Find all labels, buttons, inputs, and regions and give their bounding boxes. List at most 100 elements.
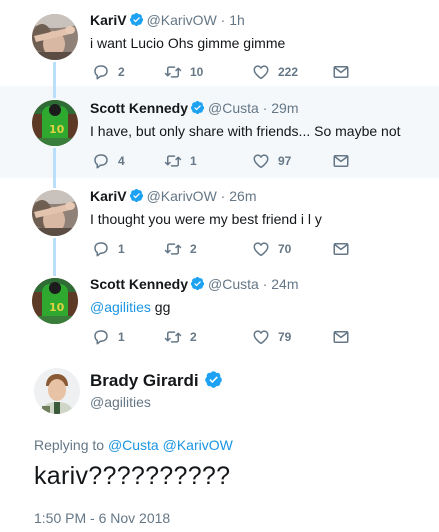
- retweet-icon: [164, 328, 182, 346]
- retweet-icon: [164, 240, 182, 258]
- tweet-time[interactable]: 1h: [229, 12, 245, 28]
- retweet-icon: [164, 152, 182, 170]
- verified-badge-icon: [129, 12, 144, 27]
- display-name[interactable]: Scott Kennedy: [90, 276, 188, 292]
- replying-to-link[interactable]: @KarivOW: [163, 437, 233, 453]
- reply-button[interactable]: 1: [92, 328, 125, 346]
- like-count: 97: [278, 154, 292, 168]
- display-name[interactable]: KariV: [90, 12, 127, 28]
- avatar[interactable]: [32, 190, 78, 236]
- main-tweet-avatar[interactable]: [34, 368, 80, 414]
- tweet-header: Scott Kennedy @Custa · 24m: [90, 276, 299, 292]
- verified-badge-icon: [129, 188, 144, 203]
- tweet-text: I have, but only share with friends... S…: [90, 123, 401, 139]
- dot-separator: ·: [258, 100, 272, 116]
- handle[interactable]: @KarivOW: [147, 12, 217, 28]
- handle[interactable]: @Custa: [208, 100, 259, 116]
- retweet-button[interactable]: 2: [164, 328, 197, 346]
- avatar[interactable]: [32, 278, 78, 324]
- retweet-icon: [164, 63, 182, 81]
- verified-badge-icon: [190, 276, 205, 291]
- like-count: 70: [278, 242, 292, 256]
- tweet-2[interactable]: Scott Kennedy @Custa · 29m I have, but on…: [0, 86, 439, 178]
- tweet-time[interactable]: 29m: [271, 100, 298, 116]
- tweet-1[interactable]: KariV @KarivOW · 1h i want Lucio Ohs gimm…: [0, 0, 439, 86]
- direct-message-button[interactable]: [332, 152, 358, 170]
- tweet-4[interactable]: Scott Kennedy @Custa · 24m @agilities gg …: [0, 266, 439, 354]
- dot-separator: ·: [258, 276, 272, 292]
- retweet-button[interactable]: 1: [164, 152, 197, 170]
- display-name[interactable]: KariV: [90, 188, 127, 204]
- replying-to: Replying to @Custa @KarivOW: [34, 437, 233, 453]
- handle[interactable]: @KarivOW: [147, 188, 217, 204]
- tweet-text: i want Lucio Ohs gimme gimme: [90, 35, 286, 51]
- direct-message-icon: [332, 152, 350, 170]
- like-icon: [252, 240, 270, 258]
- like-button[interactable]: 79: [252, 328, 291, 346]
- reply-count: 2: [118, 65, 125, 79]
- tweet-actions: 1 2 79: [92, 328, 352, 346]
- verified-badge-icon: [190, 100, 205, 115]
- tweet-header: Scott Kennedy @Custa · 29m: [90, 100, 299, 116]
- tweet-header: KariV @KarivOW · 1h: [90, 12, 245, 28]
- mention-link[interactable]: @agilities: [90, 299, 151, 315]
- tweet-3[interactable]: KariV @KarivOW · 26m I thought you were m…: [0, 178, 439, 266]
- tweet-actions: 2 10 222: [92, 63, 352, 81]
- reply-button[interactable]: 4: [92, 152, 125, 170]
- reply-icon: [92, 152, 110, 170]
- like-button[interactable]: 222: [252, 63, 298, 81]
- main-tweet-text: kariv??????????: [34, 462, 231, 490]
- handle[interactable]: @Custa: [208, 276, 259, 292]
- tweet-text: @agilities gg: [90, 299, 170, 315]
- like-button[interactable]: 97: [252, 152, 291, 170]
- dot-separator: ·: [216, 12, 230, 28]
- reply-button[interactable]: 1: [92, 240, 125, 258]
- retweet-count: 2: [190, 242, 197, 256]
- display-name[interactable]: Brady Girardi: [90, 371, 199, 390]
- like-button[interactable]: 70: [252, 240, 291, 258]
- reply-count: 4: [118, 154, 125, 168]
- dot-separator: ·: [216, 188, 230, 204]
- like-icon: [252, 152, 270, 170]
- thread-line: [53, 178, 56, 188]
- direct-message-button[interactable]: [332, 328, 358, 346]
- tweet-time[interactable]: 24m: [271, 276, 298, 292]
- display-name[interactable]: Scott Kennedy: [90, 100, 188, 116]
- tweet-text: I thought you were my best friend i l y: [90, 211, 322, 227]
- reply-count: 1: [118, 242, 125, 256]
- like-icon: [252, 328, 270, 346]
- direct-message-button[interactable]: [332, 63, 358, 81]
- like-icon: [252, 63, 270, 81]
- verified-badge-icon: [204, 370, 223, 389]
- thread-line: [53, 62, 56, 86]
- tweet-text-rest: gg: [150, 299, 171, 315]
- direct-message-button[interactable]: [332, 240, 358, 258]
- retweet-count: 2: [190, 330, 197, 344]
- tweet-actions: 1 2 70: [92, 240, 352, 258]
- reply-count: 1: [118, 330, 125, 344]
- retweet-count: 10: [190, 65, 204, 79]
- thread-line: [53, 238, 56, 266]
- direct-message-icon: [332, 63, 350, 81]
- direct-message-icon: [332, 240, 350, 258]
- reply-icon: [92, 63, 110, 81]
- reply-icon: [92, 328, 110, 346]
- tweet-header: KariV @KarivOW · 26m: [90, 188, 256, 204]
- tweet-actions: 4 1 97: [92, 152, 352, 170]
- thread-line: [53, 148, 56, 178]
- thread-line: [53, 86, 56, 98]
- retweet-button[interactable]: 10: [164, 63, 203, 81]
- tweet-time[interactable]: 26m: [229, 188, 256, 204]
- like-count: 222: [278, 65, 299, 79]
- main-tweet-timestamp[interactable]: 1:50 PM - 6 Nov 2018: [34, 510, 170, 526]
- retweet-button[interactable]: 2: [164, 240, 197, 258]
- avatar[interactable]: [32, 14, 78, 60]
- reply-button[interactable]: 2: [92, 63, 125, 81]
- retweet-count: 1: [190, 154, 197, 168]
- replying-to-link[interactable]: @Custa: [108, 437, 159, 453]
- reply-icon: [92, 240, 110, 258]
- handle[interactable]: @agilities: [90, 394, 151, 410]
- direct-message-icon: [332, 328, 350, 346]
- avatar[interactable]: [32, 100, 78, 146]
- main-tweet-author: Brady Girardi: [90, 370, 226, 391]
